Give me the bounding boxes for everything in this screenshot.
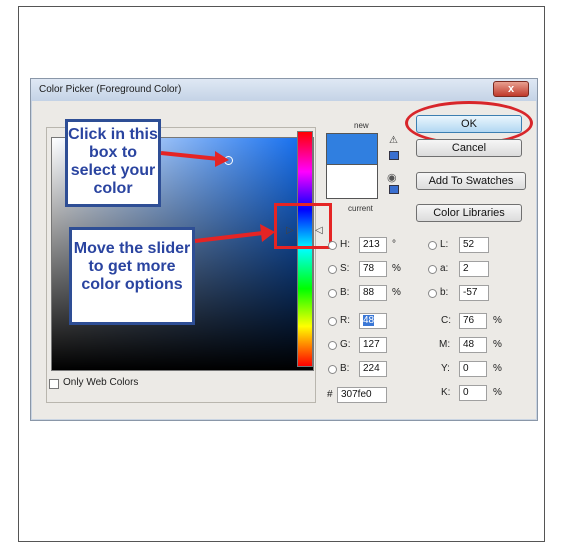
only-web-colors-label: Only Web Colors <box>63 377 139 388</box>
radio-g[interactable] <box>328 341 337 350</box>
radio-a[interactable] <box>428 265 437 274</box>
y-unit: % <box>493 363 502 374</box>
current-color-label: current <box>348 204 373 213</box>
r-input[interactable]: 48 <box>359 313 387 329</box>
a-label: a: <box>440 263 449 274</box>
only-web-colors-checkbox[interactable] <box>49 379 59 389</box>
b-rgb-input[interactable]: 224 <box>359 361 387 377</box>
s-label: S: <box>340 263 350 274</box>
k-input[interactable]: 0 <box>459 385 487 401</box>
add-to-swatches-button[interactable]: Add To Swatches <box>416 172 526 190</box>
radio-s[interactable] <box>328 265 337 274</box>
gamut-swatch-icon[interactable] <box>389 151 399 160</box>
b-lab-input[interactable]: -57 <box>459 285 489 301</box>
g-input[interactable]: 127 <box>359 337 387 353</box>
web-safe-cube-icon[interactable]: ◉ <box>387 171 397 184</box>
radio-l[interactable] <box>428 241 437 250</box>
arrow-to-color-box-icon <box>160 151 229 167</box>
y-label: Y: <box>441 363 450 374</box>
hex-label: # <box>327 389 333 400</box>
current-color-swatch[interactable] <box>326 165 378 199</box>
radio-b-rgb[interactable] <box>328 365 337 374</box>
arrow-to-slider-icon <box>194 224 275 243</box>
l-label: L: <box>440 239 449 250</box>
s-unit: % <box>392 263 401 274</box>
s-input[interactable]: 78 <box>359 261 387 277</box>
m-input[interactable]: 48 <box>459 337 487 353</box>
hue-slider[interactable] <box>297 131 313 367</box>
c-label: C: <box>441 315 451 326</box>
h-unit: ° <box>392 239 396 250</box>
b-hsb-unit: % <box>392 287 401 298</box>
callout-slider: Move the slider to get more color option… <box>69 227 195 325</box>
h-label: H: <box>340 239 350 250</box>
cancel-button[interactable]: Cancel <box>416 139 522 157</box>
c-unit: % <box>493 315 502 326</box>
hex-input[interactable]: 307fe0 <box>337 387 387 403</box>
y-input[interactable]: 0 <box>459 361 487 377</box>
slider-highlight-box <box>274 203 332 249</box>
radio-b-lab[interactable] <box>428 289 437 298</box>
web-safe-swatch-icon[interactable] <box>389 185 399 194</box>
color-libraries-button[interactable]: Color Libraries <box>416 204 522 222</box>
new-color-label: new <box>354 121 369 130</box>
c-input[interactable]: 76 <box>459 313 487 329</box>
b-lab-label: b: <box>440 287 449 298</box>
radio-r[interactable] <box>328 317 337 326</box>
b-hsb-input[interactable]: 88 <box>359 285 387 301</box>
b-hsb-label: B: <box>340 287 350 298</box>
callout-color-box: Click in this box to select your color <box>65 119 161 207</box>
title-bar: Color Picker (Foreground Color) x <box>31 79 537 101</box>
k-unit: % <box>493 387 502 398</box>
out-of-gamut-warning-icon[interactable]: ⚠ <box>389 135 398 146</box>
color-picker-dialog: Color Picker (Foreground Color) x ▷ ◁ Cl… <box>30 78 538 421</box>
l-input[interactable]: 52 <box>459 237 489 253</box>
close-button[interactable]: x <box>493 81 529 97</box>
window-title: Color Picker (Foreground Color) <box>39 84 182 95</box>
g-label: G: <box>340 339 351 350</box>
a-input[interactable]: 2 <box>459 261 489 277</box>
h-input[interactable]: 213 <box>359 237 387 253</box>
b-rgb-label: B: <box>340 363 350 374</box>
k-label: K: <box>441 387 451 398</box>
m-label: M: <box>439 339 451 350</box>
m-unit: % <box>493 339 502 350</box>
new-color-swatch <box>326 133 378 165</box>
radio-b-hsb[interactable] <box>328 289 337 298</box>
radio-h[interactable] <box>328 241 337 250</box>
r-input-value: 48 <box>363 315 375 326</box>
r-label: R: <box>340 315 350 326</box>
